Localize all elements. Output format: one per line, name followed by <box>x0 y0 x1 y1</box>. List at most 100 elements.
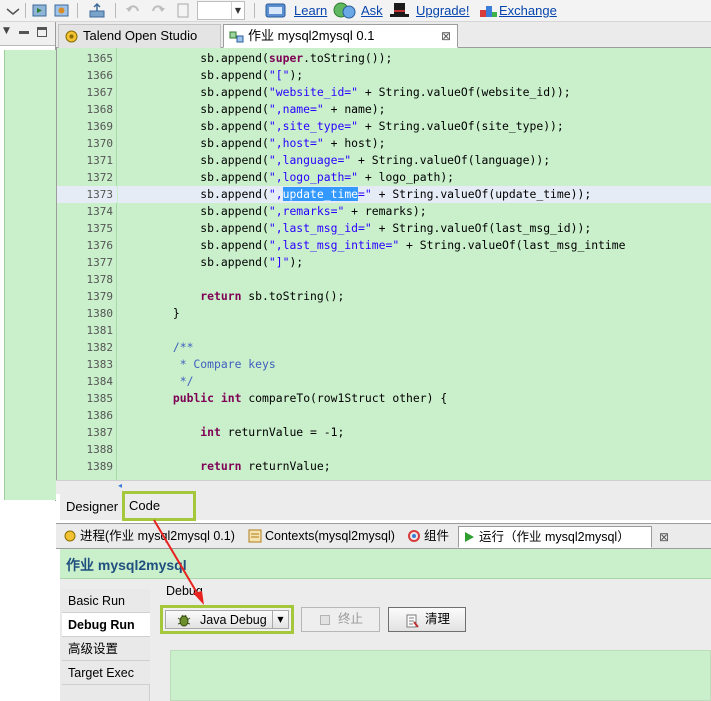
code-line[interactable]: sb.append(",last_msg_id=" + String.value… <box>118 220 711 237</box>
run-view-header: 作业 mysql2mysql <box>60 549 711 579</box>
run-job-icon[interactable] <box>31 2 49 19</box>
repository-tree[interactable] <box>4 50 56 500</box>
tab-job-mysql2mysql[interactable]: 作业 mysql2mysql 0.1 ⊠ <box>223 24 458 48</box>
code-line[interactable]: /** <box>118 339 711 356</box>
code-token: ",name=" <box>268 102 324 116</box>
code-line[interactable]: sb.append(",logo_path=" + logo_path); <box>118 169 711 186</box>
tab-code[interactable]: Code <box>122 491 196 521</box>
view-menu-icon[interactable]: ▼ <box>3 26 10 36</box>
learn-icon[interactable] <box>265 1 287 20</box>
toolbar-separator <box>254 3 255 18</box>
run-view-title: 作业 mysql2mysql <box>66 557 187 573</box>
side-tab-advanced-settings[interactable]: 高级设置 <box>62 637 150 661</box>
main-toolbar: ▼ Learn Ask Upgrade! Exchange <box>0 0 711 22</box>
code-token: sb.append( <box>118 51 269 65</box>
document-icon[interactable] <box>174 2 192 19</box>
console-output[interactable] <box>170 650 711 701</box>
code-line[interactable]: sb.append(",name=" + name); <box>118 101 711 118</box>
code-token: ",site_type=" <box>268 119 359 133</box>
side-tab-debug-run[interactable]: Debug Run <box>62 613 150 637</box>
code-token: * Compare keys <box>118 357 276 371</box>
stop-button[interactable]: 终止 <box>301 607 380 632</box>
code-line[interactable]: sb.append("]"); <box>118 254 711 271</box>
code-line[interactable]: sb.append("website_id=" + String.valueOf… <box>118 84 711 101</box>
exchange-link[interactable]: Exchange <box>499 3 557 18</box>
clear-button[interactable]: 清理 <box>388 607 466 632</box>
java-debug-button-face[interactable]: Java Debug ▼ <box>165 610 289 629</box>
exchange-icon[interactable] <box>477 1 499 20</box>
code-token: returnValue = -1; <box>220 425 345 439</box>
scroll-left-icon[interactable]: ◂ <box>118 481 122 490</box>
code-line[interactable]: int returnValue = -1; <box>118 424 711 441</box>
zoom-combo[interactable]: ▼ <box>197 1 245 20</box>
toolbar-separator <box>25 3 26 18</box>
code-token: return <box>200 289 242 303</box>
code-line[interactable]: return sb.toString(); <box>118 288 711 305</box>
debug-job-icon[interactable] <box>53 2 71 19</box>
java-debug-label: Java Debug <box>200 613 267 627</box>
minimize-icon[interactable] <box>19 31 29 34</box>
upgrade-link[interactable]: Upgrade! <box>416 3 469 18</box>
clear-icon <box>405 613 419 628</box>
code-token: ",last_msg_id=" <box>268 221 372 235</box>
code-line[interactable]: } <box>118 305 711 322</box>
tab-talend-open-studio[interactable]: Talend Open Studio <box>58 24 221 48</box>
code-line[interactable]: sb.append("["); <box>118 67 711 84</box>
line-number: 1378 <box>86 273 114 286</box>
stop-icon <box>320 615 330 625</box>
line-number: 1380 <box>86 307 114 320</box>
code-line[interactable]: sb.append(",language=" + String.valueOf(… <box>118 152 711 169</box>
code-line[interactable]: return returnValue; <box>118 458 711 475</box>
chevron-down-icon[interactable]: ▼ <box>231 2 244 19</box>
tab-run[interactable]: 运行（作业 mysql2mysql） ⊠ <box>458 526 669 548</box>
code-line[interactable]: sb.append(",site_type=" + String.valueOf… <box>118 118 711 135</box>
ask-icon[interactable] <box>333 1 356 20</box>
chevron-down-icon[interactable]: ▼ <box>272 611 288 628</box>
toolbar-dropdown-icon[interactable] <box>4 2 22 19</box>
tab-process[interactable]: 进程(作业 mysql2mysql 0.1) <box>60 526 244 548</box>
code-token: return <box>200 459 242 473</box>
redo-icon[interactable] <box>149 2 167 19</box>
upgrade-icon[interactable] <box>388 1 410 20</box>
debug-section-label: Debug <box>166 584 203 598</box>
tab-contexts[interactable]: Contexts(mysql2mysql) <box>245 526 403 548</box>
side-tab-basic-run[interactable]: Basic Run <box>62 589 150 613</box>
line-number: 1388 <box>86 443 114 456</box>
left-rail <box>0 549 60 701</box>
code-line[interactable]: sb.append(",remarks=" + remarks); <box>118 203 711 220</box>
tab-designer[interactable]: Designer <box>62 497 122 517</box>
code-token: sb.append( <box>118 255 269 269</box>
code-line[interactable]: sb.append(",update_time=" + String.value… <box>118 186 711 203</box>
export-icon[interactable] <box>88 2 106 19</box>
code-line[interactable]: public int compareTo(row1Struct other) { <box>118 390 711 407</box>
code-token: sb.append( <box>118 102 269 116</box>
line-number: 1387 <box>86 426 114 439</box>
ask-link[interactable]: Ask <box>361 3 383 18</box>
code-line[interactable]: * Compare keys <box>118 356 711 373</box>
close-icon[interactable]: ⊠ <box>659 527 669 547</box>
maximize-icon[interactable] <box>37 27 47 37</box>
tab-label: 运行（作业 mysql2mysql） <box>479 530 630 544</box>
code-line[interactable]: sb.append(",host=" + host); <box>118 135 711 152</box>
code-line[interactable]: */ <box>118 373 711 390</box>
line-number: 1367 <box>86 86 114 99</box>
tab-component[interactable]: 组件 <box>404 526 456 548</box>
tab-label: 作业 mysql2mysql 0.1 <box>248 28 375 43</box>
java-debug-button[interactable]: Java Debug ▼ <box>160 605 294 634</box>
code-token: =" <box>358 187 372 201</box>
code-editor[interactable]: 1365 1366 1367 1368 1369 1370 1371 1372 1373 1374… <box>56 48 711 480</box>
code-area[interactable]: sb.append(super.toString()); sb.append("… <box>118 48 711 480</box>
learn-link[interactable]: Learn <box>294 3 327 18</box>
code-line[interactable]: sb.append(super.toString()); <box>118 50 711 67</box>
code-line[interactable]: sb.append(",last_msg_intime=" + String.v… <box>118 237 711 254</box>
undo-icon[interactable] <box>124 2 142 19</box>
line-number: 1389 <box>86 460 114 473</box>
code-token: ",language=" <box>268 153 352 167</box>
close-icon[interactable]: ⊠ <box>441 25 451 47</box>
code-token: sb.append( <box>118 153 269 167</box>
code-token: ",logo_path=" <box>268 170 359 184</box>
code-token: + host); <box>323 136 386 150</box>
code-token: + String.valueOf(last_msg_id)); <box>371 221 592 235</box>
side-tab-target-exec[interactable]: Target Exec <box>62 661 150 685</box>
